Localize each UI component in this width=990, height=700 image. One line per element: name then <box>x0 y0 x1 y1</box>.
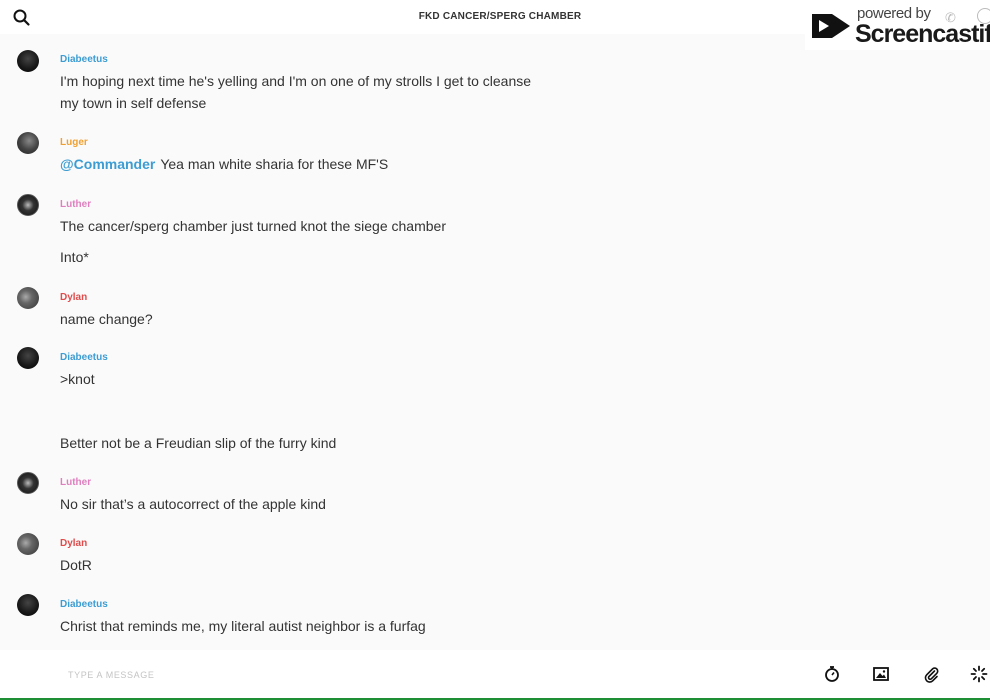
message-text: name change? <box>60 311 153 327</box>
message-text: Better not be a Freudian slip of the fur… <box>60 435 337 451</box>
screencastify-watermark: powered by Screencastify ✆ <box>805 2 990 50</box>
paperclip-icon[interactable] <box>922 665 940 683</box>
avatar[interactable] <box>17 472 39 494</box>
message-text: my town in self defense <box>60 95 207 111</box>
watermark-brand: Screencastify <box>855 20 990 48</box>
message-text-body: Yea man white sharia for these MF'S <box>160 156 389 172</box>
image-icon[interactable] <box>872 665 890 683</box>
message-composer <box>0 650 990 698</box>
message-author[interactable]: Luger <box>60 137 88 148</box>
message-author[interactable]: Dylan <box>60 292 87 303</box>
message-text: No sir that’s a autocorrect of the apple… <box>60 496 326 512</box>
message-author[interactable]: Diabeetus <box>60 54 108 65</box>
message-input[interactable] <box>66 664 770 686</box>
message-text: The cancer/sperg chamber just turned kno… <box>60 218 446 234</box>
sparkle-icon[interactable] <box>970 665 988 683</box>
message-text: I'm hoping next time he's yelling and I'… <box>60 73 532 89</box>
message-author[interactable]: Diabeetus <box>60 599 108 610</box>
avatar[interactable] <box>17 194 39 216</box>
phone-icon[interactable]: ✆ <box>945 10 956 26</box>
avatar[interactable] <box>17 347 39 369</box>
message-text: @Commander Yea man white sharia for these… <box>60 156 388 172</box>
avatar[interactable] <box>17 594 39 616</box>
timer-icon[interactable] <box>823 665 841 683</box>
message-text: Christ that reminds me, my literal autis… <box>60 618 426 634</box>
message-text: DotR <box>60 557 92 573</box>
avatar[interactable] <box>17 132 39 154</box>
info-icon[interactable] <box>977 8 990 24</box>
message-author[interactable]: Diabeetus <box>60 352 108 363</box>
avatar[interactable] <box>17 533 39 555</box>
message-text: >knot <box>60 371 95 387</box>
message-text: Into* <box>60 249 89 265</box>
message-author[interactable]: Luther <box>60 477 91 488</box>
message-author[interactable]: Dylan <box>60 538 87 549</box>
message-author[interactable]: Luther <box>60 199 91 210</box>
mention-link[interactable]: @Commander <box>60 156 155 172</box>
avatar[interactable] <box>17 287 39 309</box>
screencastify-logo-icon <box>809 8 853 49</box>
avatar[interactable] <box>17 50 39 72</box>
